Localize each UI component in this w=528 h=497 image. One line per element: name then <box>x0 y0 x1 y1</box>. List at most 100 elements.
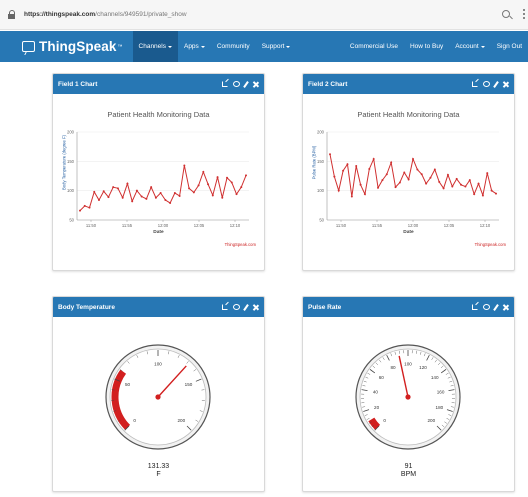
gauge-body: 0 50 100 150 200 131.33 F <box>53 317 264 491</box>
nav-item-label: Apps <box>183 43 199 50</box>
y-tick-label: 150 <box>317 159 325 164</box>
nav-menu-right: Commercial Use How to Buy Account Sign Out <box>344 31 528 62</box>
close-icon[interactable] <box>502 304 509 311</box>
y-tick-label: 50 <box>69 218 74 223</box>
close-icon[interactable] <box>252 81 259 88</box>
edit-pencil-icon[interactable] <box>243 80 249 88</box>
caret-down-icon <box>286 45 291 48</box>
nav-item-apps[interactable]: Apps <box>178 31 211 62</box>
series-line <box>329 154 497 198</box>
open-external-icon[interactable] <box>472 304 478 310</box>
lock-icon <box>8 10 16 19</box>
chart-credit[interactable]: ThingSpeak.com <box>225 242 256 247</box>
comment-icon[interactable] <box>233 81 240 87</box>
data-point <box>188 187 191 190</box>
gauge-scale-label: 20 <box>374 405 380 410</box>
data-point <box>240 186 243 189</box>
data-point <box>416 168 419 171</box>
data-point <box>121 196 124 199</box>
comment-icon[interactable] <box>483 304 490 310</box>
edit-pencil-icon[interactable] <box>493 303 499 311</box>
gauge: 0 50 100 150 200 <box>105 344 211 450</box>
search-icon[interactable] <box>502 10 510 18</box>
chart-credit[interactable]: ThingSpeak.com <box>475 242 506 247</box>
data-point <box>329 153 331 156</box>
data-point <box>425 182 428 185</box>
data-point <box>202 170 205 173</box>
x-tick-label: 11:55 <box>122 223 133 228</box>
data-point <box>79 209 81 212</box>
data-point <box>372 157 375 160</box>
y-tick-label: 200 <box>67 130 75 135</box>
edit-pencil-icon[interactable] <box>493 80 499 88</box>
data-point <box>477 182 480 185</box>
gauge-hub <box>405 394 411 400</box>
data-point <box>350 195 353 198</box>
x-tick-label: 11:50 <box>336 223 347 228</box>
data-point <box>107 196 110 199</box>
close-icon[interactable] <box>252 304 259 311</box>
nav-item-channels[interactable]: Channels <box>132 31 178 62</box>
chart-body: Patient Health Monitoring Data Body Temp… <box>53 94 264 270</box>
close-icon[interactable] <box>502 81 509 88</box>
gauge-scale-label: 80 <box>390 365 396 370</box>
gauge-scale-label: 0 <box>383 418 386 423</box>
data-point <box>159 192 162 195</box>
nav-item-sign-out[interactable]: Sign Out <box>491 31 528 62</box>
gauge-value: 131.33 <box>147 463 170 470</box>
data-point <box>490 189 493 192</box>
data-point <box>481 194 484 197</box>
data-point <box>83 204 86 207</box>
gauge-value: 91 <box>404 463 413 470</box>
nav-item-label: Support <box>261 43 285 50</box>
edit-pencil-icon[interactable] <box>243 303 249 311</box>
y-tick-label: 50 <box>319 218 324 223</box>
more-menu-icon[interactable] <box>523 9 525 19</box>
comment-icon[interactable] <box>483 81 490 87</box>
data-point <box>216 176 219 179</box>
x-axis-label: Date <box>403 230 414 235</box>
data-point <box>235 193 238 196</box>
data-point <box>429 176 432 179</box>
nav-item-support[interactable]: Support <box>256 31 297 62</box>
nav-item-label: Commercial Use <box>349 43 398 50</box>
chat-bubble-logo-icon <box>22 41 35 52</box>
data-point <box>385 173 388 176</box>
open-external-icon[interactable] <box>472 81 478 87</box>
gauge-scale-label: 120 <box>419 365 427 370</box>
url-text[interactable]: https://thingspeak.com/channels/949591/p… <box>24 11 187 18</box>
nav-item-label: Channels <box>138 43 166 50</box>
comment-icon[interactable] <box>233 304 240 310</box>
gauge-hub <box>155 394 161 400</box>
nav-item-how-to-buy[interactable]: How to Buy <box>404 31 449 62</box>
data-point <box>169 201 172 204</box>
data-point <box>178 194 181 197</box>
thingspeak-logo[interactable]: ThingSpeak ™ <box>22 39 123 54</box>
data-point <box>359 183 362 186</box>
y-tick-label: 100 <box>67 188 75 193</box>
x-tick-label: 12:05 <box>444 223 455 228</box>
data-point <box>88 206 91 209</box>
data-point <box>207 183 210 186</box>
data-point <box>468 179 471 182</box>
data-point <box>412 157 414 160</box>
data-point <box>473 193 476 196</box>
data-point <box>112 186 115 189</box>
open-external-icon[interactable] <box>222 81 228 87</box>
x-tick-label: 12:10 <box>230 223 241 228</box>
nav-item-commercial-use[interactable]: Commercial Use <box>344 31 404 62</box>
data-point <box>333 175 336 178</box>
panel-title: Body Temperature <box>58 303 115 311</box>
brand-name: ThingSpeak <box>39 39 117 54</box>
nav-item-community[interactable]: Community <box>211 31 256 62</box>
nav-item-account[interactable]: Account <box>449 31 491 62</box>
gauge-scale-label: 150 <box>185 382 193 387</box>
data-point <box>403 171 406 174</box>
data-point <box>102 190 105 193</box>
gauge-unit: F <box>156 471 161 478</box>
open-external-icon[interactable] <box>222 304 228 310</box>
data-point <box>154 196 157 199</box>
y-tick-label: 100 <box>317 188 325 193</box>
data-point <box>164 199 167 202</box>
browser-address-bar[interactable]: https://thingspeak.com/channels/949591/p… <box>0 0 528 30</box>
